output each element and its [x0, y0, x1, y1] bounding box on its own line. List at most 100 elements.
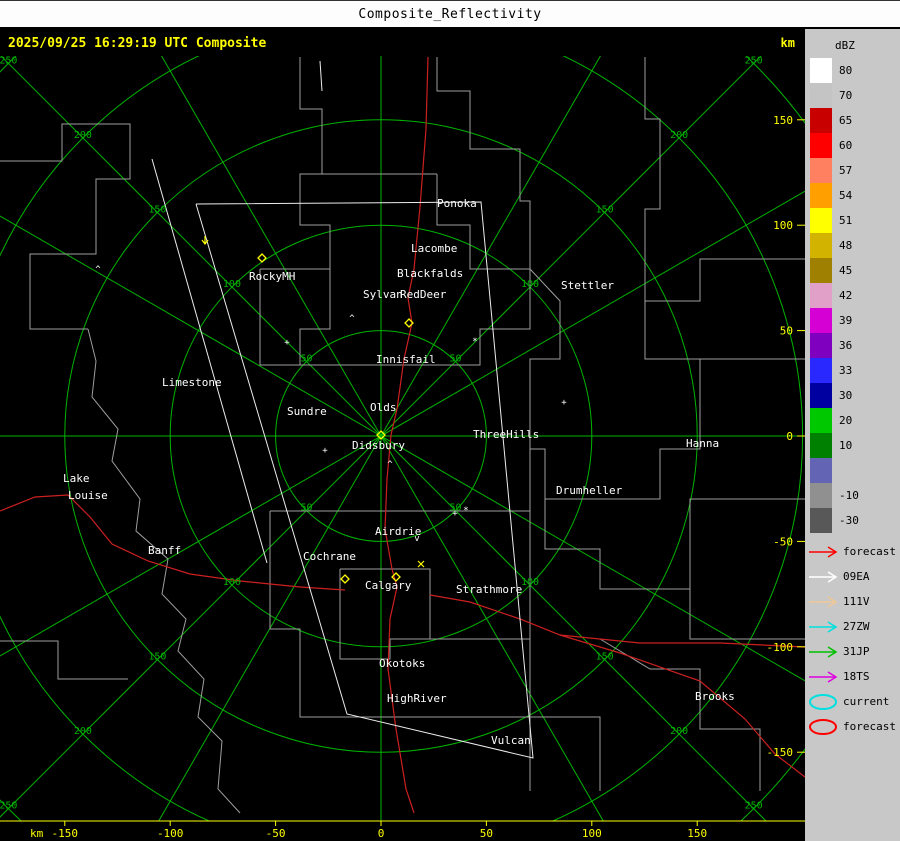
- county-boundary: [0, 123, 131, 330]
- colorbar-row: 80: [805, 58, 900, 83]
- city-label: Sundre: [287, 405, 327, 418]
- storm-symbol: +: [452, 509, 458, 519]
- range-label: 250: [745, 801, 763, 812]
- city-label: ThreeHills: [473, 428, 539, 441]
- azimuth-line: [0, 56, 767, 821]
- right-tick-label: 50: [780, 325, 793, 338]
- colorbar-value-label: 65: [839, 114, 853, 127]
- scan-area-outline: [195, 201, 534, 759]
- colorbar-value-label: 39: [839, 314, 853, 327]
- legend-item-label: 111V: [843, 595, 870, 608]
- window-title: Composite_Reflectivity: [358, 6, 542, 22]
- colorbar-row: 42: [805, 283, 900, 308]
- bottom-tick-label: -100: [157, 827, 184, 840]
- legend-item: forecast: [805, 714, 900, 739]
- scan-area-outline: [151, 158, 268, 564]
- colorbar-row: 60: [805, 133, 900, 158]
- colorbar-swatch: [810, 483, 832, 508]
- right-tick-label: -50: [773, 535, 793, 548]
- colorbar-row: -10: [805, 483, 900, 508]
- colorbar-value-label: 57: [839, 164, 853, 177]
- colorbar-row: 51: [805, 208, 900, 233]
- range-label: 200: [74, 130, 92, 141]
- city-label: Strathmore: [456, 583, 522, 596]
- colorbar-value-label: 54: [839, 189, 853, 202]
- colorbar-value-label: 20: [839, 414, 853, 427]
- colorbar-swatch: [810, 233, 832, 258]
- bottom-tick-label: -150: [52, 827, 79, 840]
- county-boundary: [299, 57, 331, 269]
- colorbar-value-label: 10: [839, 439, 853, 452]
- site-marker-diamond: [340, 574, 350, 584]
- city-label: Hanna: [686, 437, 719, 450]
- legend-item-label: 18TS: [843, 670, 870, 683]
- county-boundary: [644, 57, 661, 301]
- highway-line: [429, 594, 805, 778]
- city-label: Lacombe: [411, 242, 457, 255]
- radar-window: Composite_Reflectivity 50 100 150 200 250 50 1…: [0, 0, 900, 841]
- legend-item-label: 31JP: [843, 645, 870, 658]
- colorbar-row: [805, 458, 900, 483]
- range-label: 200: [670, 726, 688, 737]
- colorbar-swatch: [810, 183, 832, 208]
- colorbar-row: 65: [805, 108, 900, 133]
- city-label: Limestone: [162, 376, 222, 389]
- range-label: 100: [521, 279, 539, 290]
- colorbar-swatch: [810, 258, 832, 283]
- colorbar-row: 20: [805, 408, 900, 433]
- bottom-tick-label: 100: [582, 827, 602, 840]
- colorbar: 80 70 65 60 57 54 51 48 45 42 39 36 33 30 20 10 -10 -30: [805, 58, 900, 533]
- legend-item: 09EA: [805, 564, 900, 589]
- city-label: HighRiver: [387, 692, 447, 705]
- bottom-axis-unit: km: [30, 827, 44, 840]
- colorbar-swatch: [810, 433, 832, 458]
- range-label: 100: [223, 577, 241, 588]
- radar-display[interactable]: 50 100 150 200 250 50 100 150 200 250 50 100 150 200 2…: [0, 29, 805, 841]
- county-boundary: [300, 269, 531, 366]
- colorbar-value-label: 33: [839, 364, 853, 377]
- colorbar-value-label: 36: [839, 339, 853, 352]
- city-label: Okotoks: [379, 657, 425, 670]
- city-label: Louise: [68, 489, 108, 502]
- storm-symbol: *: [463, 506, 468, 516]
- range-label: 50: [300, 353, 312, 364]
- bottom-tick-label: 50: [480, 827, 493, 840]
- city-label: Lake: [63, 472, 90, 485]
- colorbar-swatch: [810, 58, 832, 83]
- legend-item: 31JP: [805, 639, 900, 664]
- map-layer: [0, 56, 805, 821]
- colorbar-row: 36: [805, 333, 900, 358]
- county-boundary: [645, 258, 805, 302]
- bottom-tick-label: 150: [687, 827, 707, 840]
- storm-symbol: ^: [387, 460, 393, 470]
- county-boundary: [599, 638, 761, 791]
- city-label: RockyMH: [249, 270, 295, 283]
- colorbar-swatch: [810, 383, 832, 408]
- range-label: 150: [596, 204, 614, 215]
- azimuth-line: [0, 56, 762, 818]
- legend-list: forecast 09EA 111V 27ZW 31JP 18TS current forec…: [805, 539, 900, 739]
- window-title-bar: Composite_Reflectivity: [0, 1, 900, 29]
- colorbar-row: 54: [805, 183, 900, 208]
- range-label: 250: [745, 55, 763, 66]
- county-boundary: [544, 499, 805, 640]
- legend-arrow-icon: [809, 645, 838, 658]
- colorbar-row: 39: [805, 308, 900, 333]
- right-tick-label: 150: [773, 114, 793, 127]
- legend-item-label: forecast: [843, 545, 896, 558]
- legend-item: 111V: [805, 589, 900, 614]
- range-label: 250: [0, 801, 17, 812]
- colorbar-value-label: 48: [839, 239, 853, 252]
- right-tick-label: -100: [767, 641, 794, 654]
- colorbar-title: dBZ: [835, 39, 855, 52]
- colorbar-swatch: [810, 508, 832, 533]
- legend-item: forecast: [805, 539, 900, 564]
- right-tick-label: 100: [773, 219, 793, 232]
- city-label: Innisfail: [376, 353, 436, 366]
- colorbar-swatch: [810, 83, 832, 108]
- city-label: Didsbury: [352, 439, 405, 452]
- colorbar-value-label: 80: [839, 64, 853, 77]
- range-label: 100: [521, 577, 539, 588]
- legend-item: current: [805, 689, 900, 714]
- radar-map: 50 100 150 200 250 50 100 150 200 250 50 100 150 200 2…: [0, 55, 805, 840]
